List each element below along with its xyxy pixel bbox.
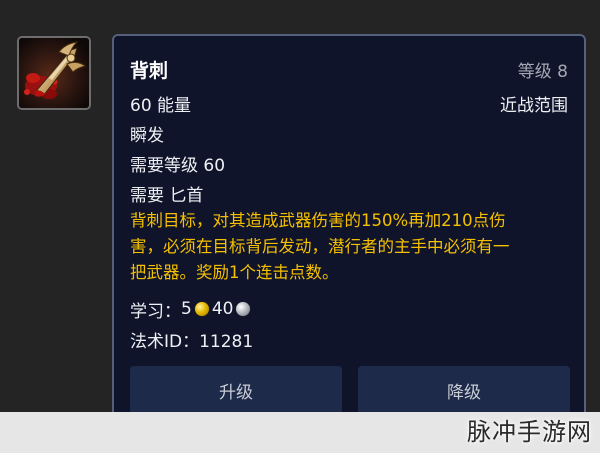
spell-range: 近战范围 xyxy=(500,95,568,116)
cast-time-row: 瞬发 xyxy=(130,120,568,146)
required-level-row: 需要等级 60 xyxy=(130,150,568,176)
description-line: 害，必须在目标背后发动，潜行者的主手中必须有一 xyxy=(130,237,510,256)
silver-coin-icon xyxy=(236,302,251,316)
cast-time: 瞬发 xyxy=(130,125,164,146)
cost-range-row: 60 能量 近战范围 xyxy=(130,90,568,116)
spell-id: 法术ID：11281 xyxy=(130,331,254,352)
upgrade-button[interactable]: 升级 xyxy=(130,366,342,414)
learn-label: 学习： xyxy=(130,301,181,322)
tooltip-header: 背刺 等级 8 xyxy=(130,56,568,82)
spell-rank: 等级 8 xyxy=(517,61,568,82)
learn-silver: 40 xyxy=(211,299,234,319)
spell-id-row: 法术ID：11281 xyxy=(130,326,568,352)
spell-name: 背刺 xyxy=(130,59,169,82)
watermark: 脉冲手游网 xyxy=(467,418,592,446)
spell-cost: 60 能量 xyxy=(130,95,192,116)
learn-gold: 5 xyxy=(181,299,192,319)
spell-tooltip: 背刺 等级 8 60 能量 近战范围 瞬发 需要等级 60 需要 匕首 背刺目标… xyxy=(112,34,586,430)
learn-cost-row: 学习： 5 40 xyxy=(130,296,568,322)
spell-icon[interactable] xyxy=(17,36,91,110)
gold-coin-icon xyxy=(194,302,209,316)
description-line: 把武器。奖励1个连击点数。 xyxy=(130,263,339,282)
backstab-dagger-icon xyxy=(19,38,89,108)
required-level: 需要等级 60 xyxy=(130,155,226,176)
required-weapon: 需要 匕首 xyxy=(130,185,204,206)
description-line: 背刺目标，对其造成武器伤害的150%再加210点伤 xyxy=(130,211,506,230)
downgrade-button[interactable]: 降级 xyxy=(358,366,570,414)
required-weapon-row: 需要 匕首 xyxy=(130,180,568,206)
spell-description: 背刺目标，对其造成武器伤害的150%再加210点伤 害，必须在目标背后发动，潜行… xyxy=(130,208,550,286)
